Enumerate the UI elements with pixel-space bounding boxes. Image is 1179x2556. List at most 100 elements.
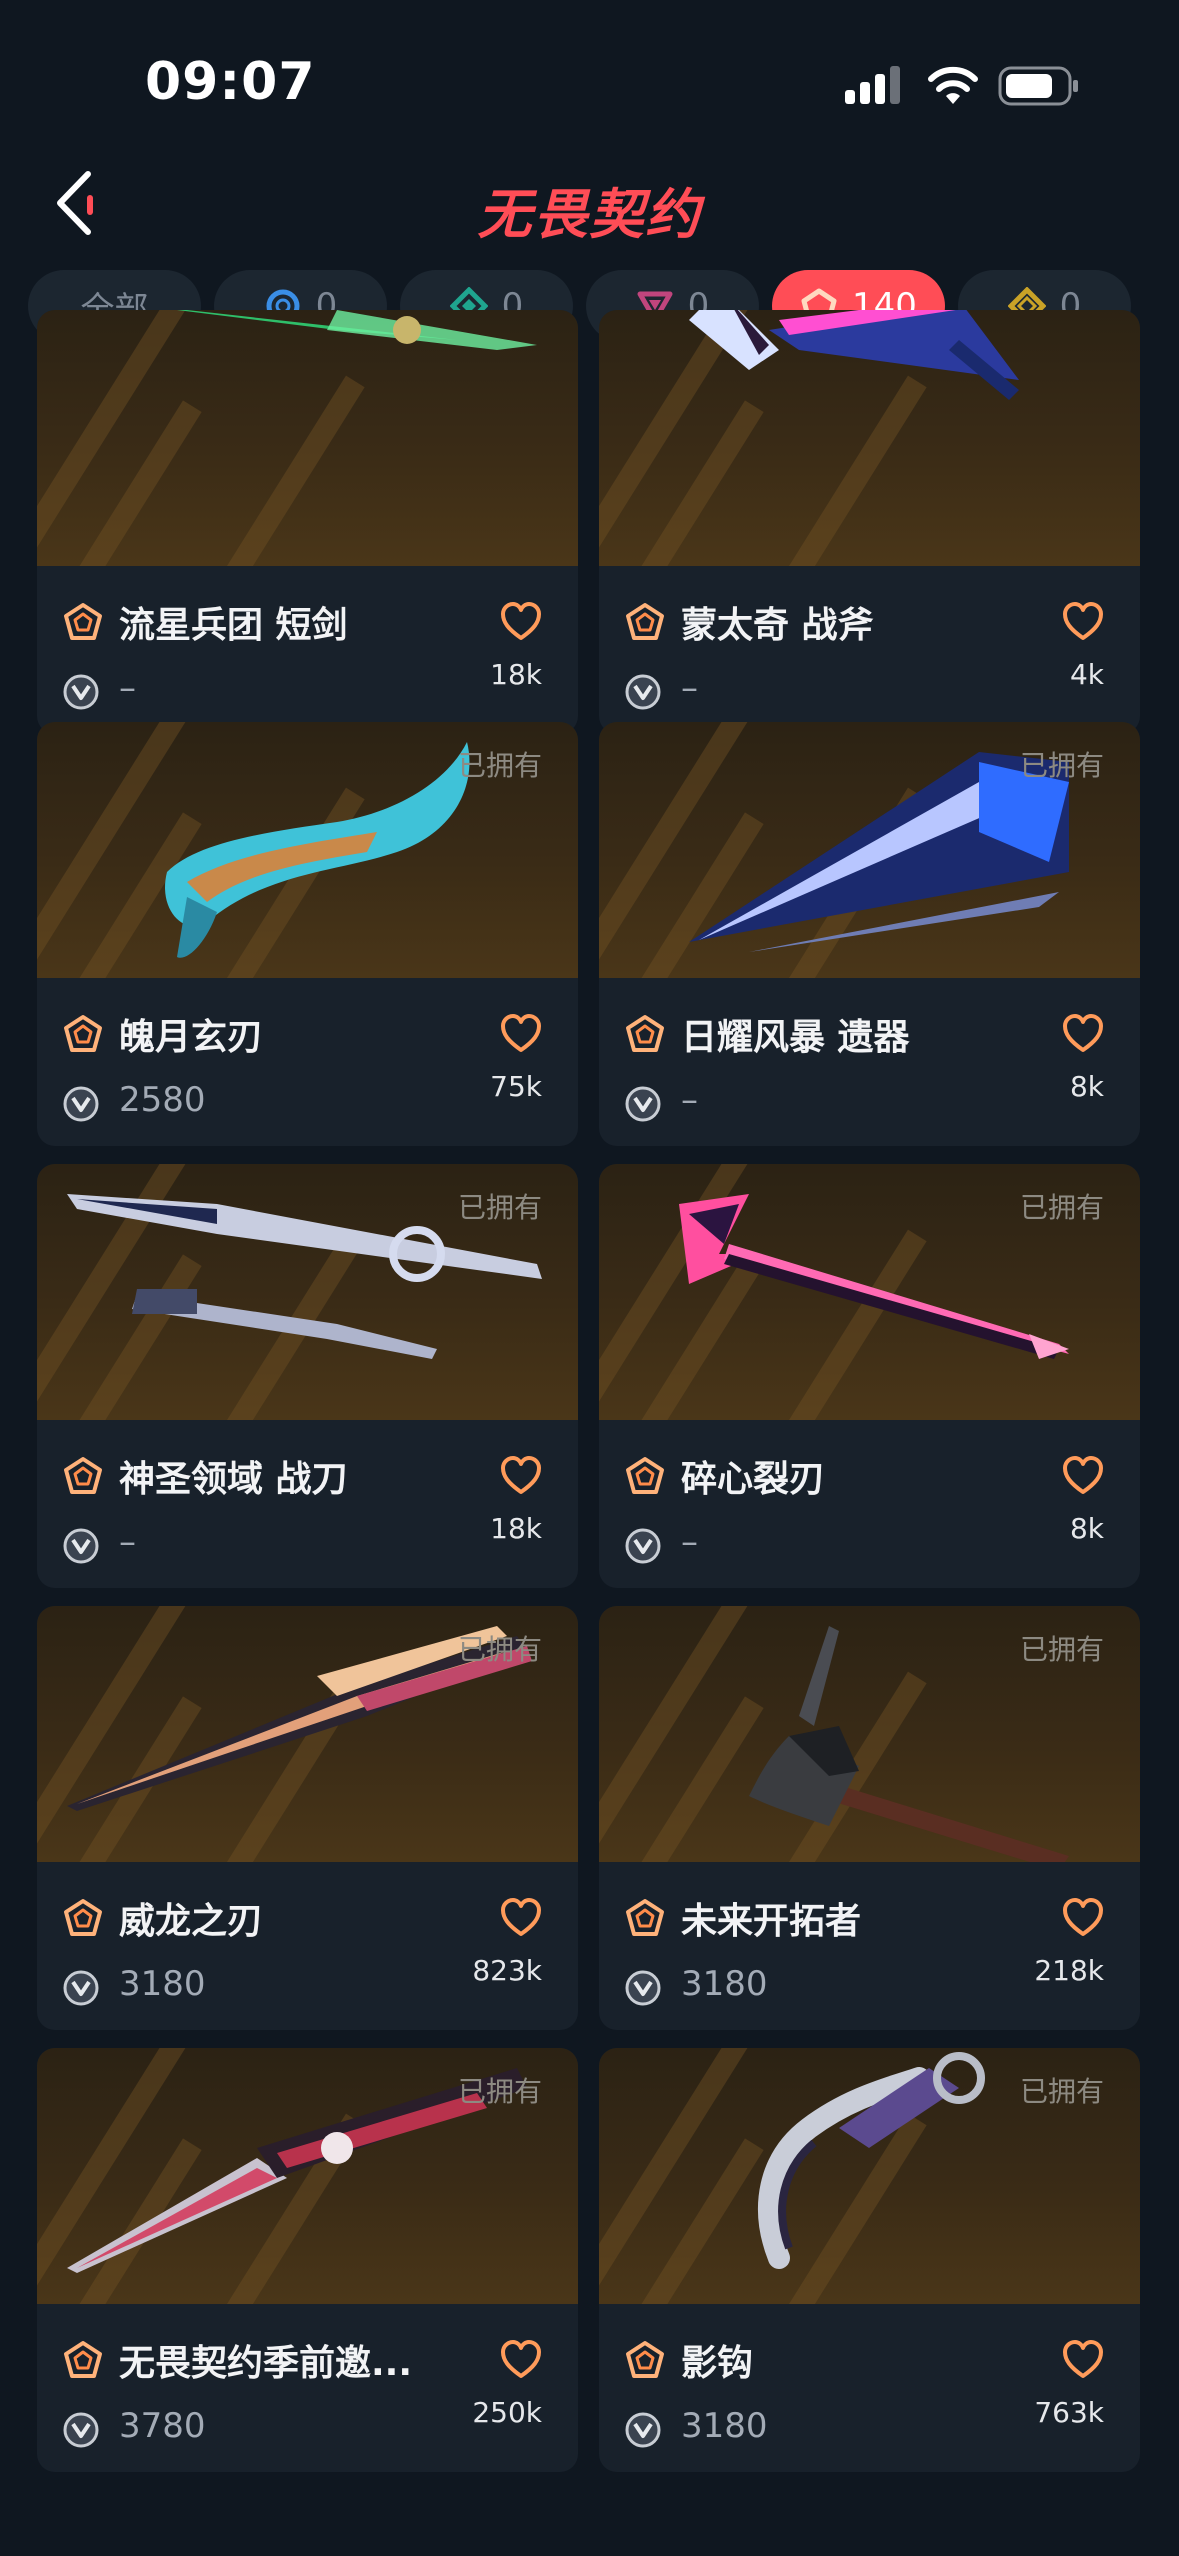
valorant-points-icon — [625, 1528, 661, 1564]
tier-exclusive-icon — [625, 602, 665, 642]
like-count: 18k — [490, 658, 542, 691]
skin-thumbnail: 已拥有 — [599, 1164, 1140, 1420]
heart-icon[interactable] — [500, 1456, 542, 1496]
skin-thumbnail: 已拥有 — [37, 1164, 578, 1420]
owned-label: 已拥有 — [1019, 1191, 1104, 1224]
heart-icon[interactable] — [1062, 602, 1104, 642]
valorant-points-icon — [63, 2412, 99, 2448]
skin-card[interactable]: 已拥有 威龙之刃 3180 823k — [37, 1606, 578, 2030]
owned-label: 已拥有 — [457, 749, 542, 782]
like-count: 250k — [472, 2396, 542, 2429]
valorant-points-icon — [63, 1086, 99, 1122]
like-count: 18k — [490, 1512, 542, 1545]
status-time: 09:07 — [145, 52, 316, 112]
skin-price: – — [681, 668, 698, 708]
battery-icon — [998, 66, 1078, 106]
skin-thumbnail — [599, 310, 1140, 566]
like-count: 75k — [490, 1070, 542, 1103]
valorant-points-icon — [625, 674, 661, 710]
skin-price: 3180 — [681, 1964, 768, 2004]
like-count: 4k — [1069, 658, 1104, 691]
heart-icon[interactable] — [500, 2340, 542, 2380]
skin-card[interactable]: 已拥有魄月玄刃 2580 75k — [37, 722, 578, 1146]
skin-name: 神圣领域 战刀 — [119, 1459, 348, 1500]
skin-thumbnail: 已拥有 — [37, 1606, 578, 1862]
skin-card[interactable]: 已拥有神圣领域 战刀 – 18k — [37, 1164, 578, 1588]
valorant-points-icon — [63, 674, 99, 710]
heart-icon[interactable] — [500, 1898, 542, 1938]
weapon-image — [689, 310, 1019, 400]
like-count: 218k — [1034, 1954, 1104, 1987]
owned-label: 已拥有 — [1019, 2075, 1104, 2108]
valorant-points-icon — [63, 1970, 99, 2006]
skin-price: – — [119, 1522, 136, 1562]
skin-info: 碎心裂刃 – 8k — [599, 1420, 1140, 1588]
skin-card[interactable]: 已拥有碎心裂刃 – 8k — [599, 1164, 1140, 1588]
valorant-points-icon — [63, 1528, 99, 1564]
like-count: 8k — [1069, 1512, 1104, 1545]
skin-name: 流星兵团 短剑 — [119, 605, 348, 646]
skin-thumbnail: 已拥有 — [37, 2048, 578, 2304]
skin-name: 蒙太奇 战斧 — [681, 605, 874, 646]
skin-info: 流星兵团 短剑 – 18k — [37, 566, 578, 734]
owned-label: 已拥有 — [457, 1191, 542, 1224]
heart-icon[interactable] — [500, 1014, 542, 1054]
heart-icon[interactable] — [500, 602, 542, 642]
wifi-icon — [928, 66, 978, 104]
like-count: 8k — [1069, 1070, 1104, 1103]
skin-info: 未来开拓者 3180 218k — [599, 1862, 1140, 2030]
tier-exclusive-icon — [63, 1014, 103, 1054]
header: 无畏契约 — [0, 150, 1179, 260]
skin-info: 威龙之刃 3180 823k — [37, 1862, 578, 2030]
skin-name: 未来开拓者 — [681, 1901, 862, 1942]
skin-price: 2580 — [119, 1080, 206, 1120]
skin-name: 影钩 — [681, 2343, 754, 2384]
skin-card[interactable]: 流星兵团 短剑 – 18k — [37, 310, 578, 734]
heart-icon[interactable] — [1062, 1456, 1104, 1496]
skin-info: 影钩 3180 763k — [599, 2304, 1140, 2472]
owned-label: 已拥有 — [1019, 749, 1104, 782]
skin-price: – — [681, 1522, 698, 1562]
skin-name: 日耀风暴 遗器 — [681, 1017, 910, 1058]
owned-label: 已拥有 — [457, 2075, 542, 2108]
owned-label: 已拥有 — [1019, 1633, 1104, 1666]
skin-card[interactable]: 已拥有未来开拓者 3180 218k — [599, 1606, 1140, 2030]
heart-icon[interactable] — [1062, 2340, 1104, 2380]
skin-info: 蒙太奇 战斧 – 4k — [599, 566, 1140, 734]
skin-info: 神圣领域 战刀 – 18k — [37, 1420, 578, 1588]
skin-price: – — [119, 668, 136, 708]
skin-price: 3180 — [681, 2406, 768, 2446]
status-bar: 09:07 — [0, 0, 1179, 150]
tier-exclusive-icon — [63, 1898, 103, 1938]
tier-exclusive-icon — [625, 2340, 665, 2380]
owned-label: 已拥有 — [457, 1633, 542, 1666]
skin-card[interactable]: 已拥有日耀风暴 遗器 – 8k — [599, 722, 1140, 1146]
skin-thumbnail: 已拥有 — [37, 722, 578, 978]
tier-exclusive-icon — [63, 1456, 103, 1496]
skin-name: 碎心裂刃 — [681, 1459, 826, 1500]
page-title: 无畏契约 — [477, 183, 702, 246]
skin-name: 魄月玄刃 — [119, 1017, 264, 1058]
heart-icon[interactable] — [1062, 1898, 1104, 1938]
skin-price: 3180 — [119, 1964, 206, 2004]
like-count: 823k — [472, 1954, 542, 1987]
valorant-points-icon — [625, 1086, 661, 1122]
skin-card[interactable]: 已拥有 影钩 3180 763k — [599, 2048, 1140, 2472]
heart-icon[interactable] — [1062, 1014, 1104, 1054]
cellular-signal-icon — [845, 66, 900, 104]
skin-name: 无畏契约季前邀... — [119, 2343, 413, 2384]
skin-price: – — [681, 1080, 698, 1120]
skin-thumbnail: 已拥有 — [599, 722, 1140, 978]
skin-info: 日耀风暴 遗器 – 8k — [599, 978, 1140, 1146]
skin-thumbnail: 已拥有 — [599, 1606, 1140, 1862]
tier-exclusive-icon — [625, 1456, 665, 1496]
weapon-image — [177, 310, 537, 350]
tier-exclusive-icon — [63, 602, 103, 642]
valorant-points-icon — [625, 1970, 661, 2006]
valorant-points-icon — [625, 2412, 661, 2448]
skin-info: 魄月玄刃 2580 75k — [37, 978, 578, 1146]
skin-price: 3780 — [119, 2406, 206, 2446]
skin-card[interactable]: 蒙太奇 战斧 – 4k — [599, 310, 1140, 734]
skin-card[interactable]: 已拥有无畏契约季前邀... 3780 250k — [37, 2048, 578, 2472]
skin-thumbnail — [37, 310, 578, 566]
